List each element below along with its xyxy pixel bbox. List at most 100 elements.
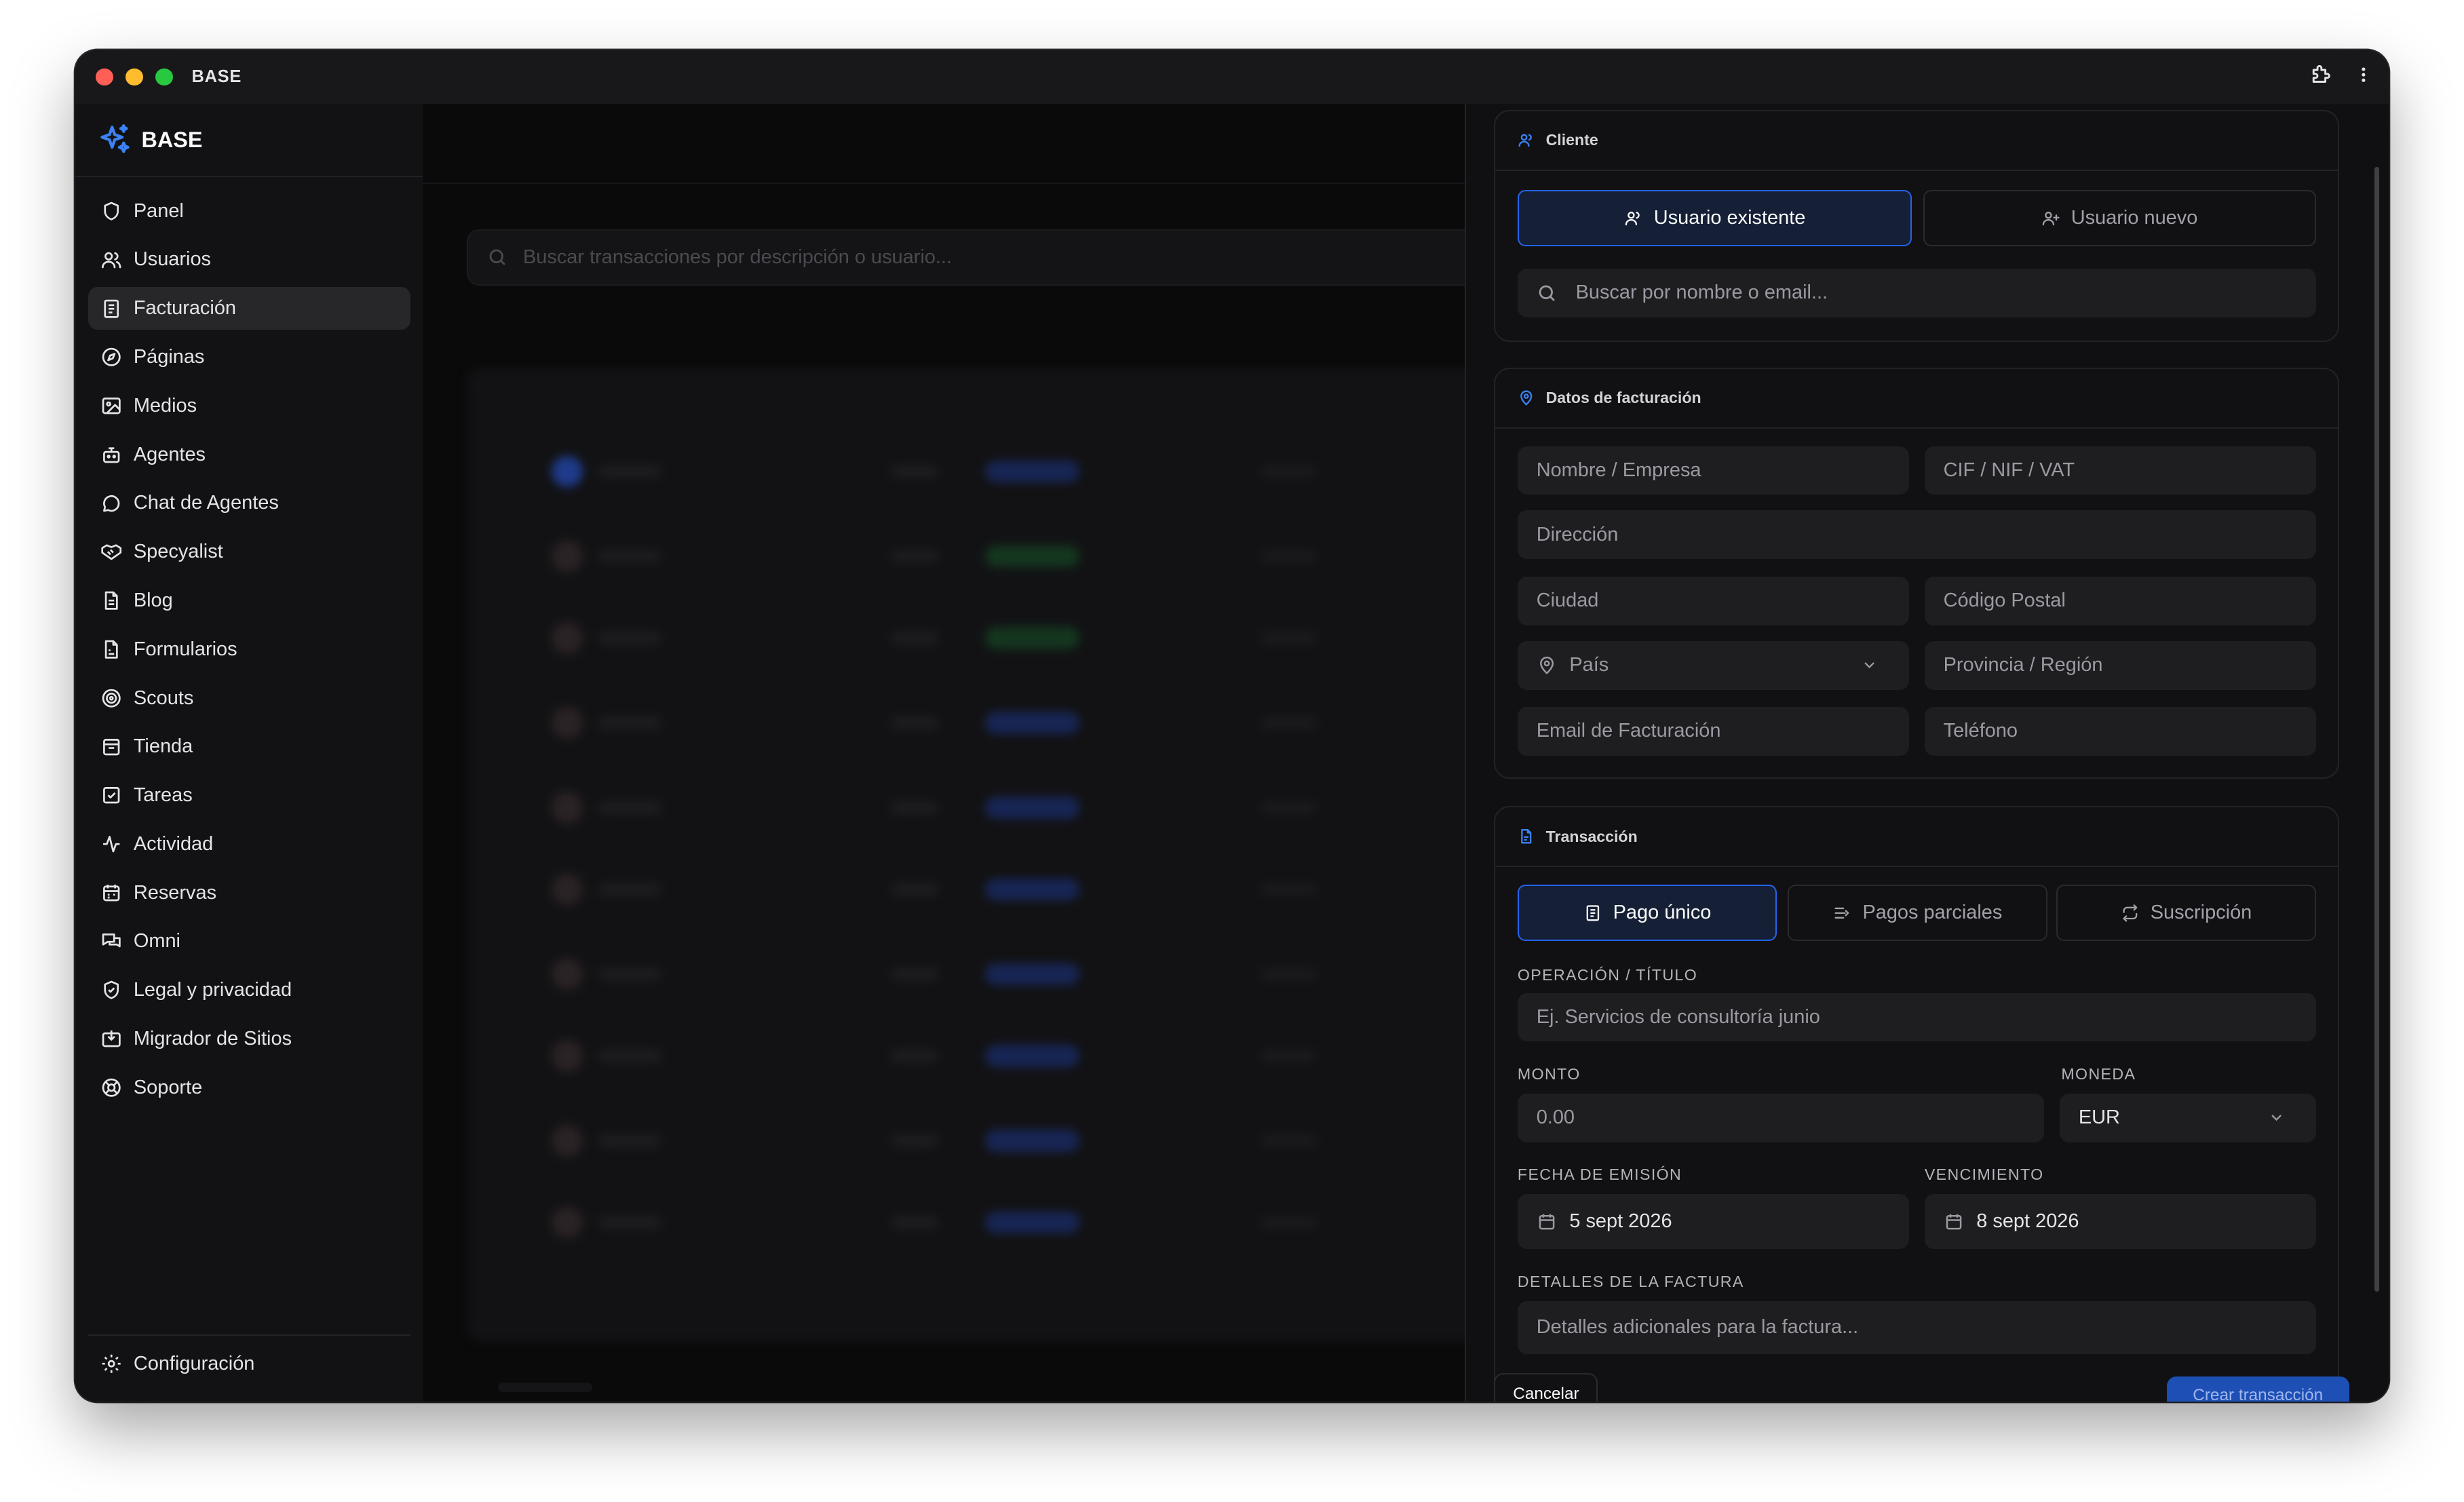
checkbox-icon bbox=[103, 787, 120, 804]
sidebar-item-specyalist[interactable]: Specyalist bbox=[88, 531, 410, 573]
maximize-window-button[interactable] bbox=[155, 68, 173, 86]
new-user-tab-label: Usuario nuevo bbox=[2071, 207, 2198, 229]
client-search-input[interactable]: Buscar por nombre o email... bbox=[1517, 268, 2316, 317]
search-icon bbox=[1539, 285, 1555, 301]
sidebar-item-label: Actividad bbox=[133, 832, 214, 855]
currency-value: EUR bbox=[2078, 1106, 2120, 1129]
table-row bbox=[467, 943, 1566, 1006]
import-icon bbox=[102, 1031, 121, 1047]
minimize-window-button[interactable] bbox=[126, 68, 143, 86]
cancel-button[interactable]: Cancelar bbox=[1494, 1373, 1598, 1402]
client-section: Cliente Usuario existente Usuario nuevo … bbox=[1494, 110, 2340, 343]
sidebar-item-tienda[interactable]: Tienda bbox=[88, 726, 410, 769]
sidebar: BASE Panel Usuarios Facturación Páginas … bbox=[75, 103, 425, 1402]
issue-date-label: FECHA DE EMISIÓN bbox=[1517, 1166, 1682, 1184]
client-section-title: Cliente bbox=[1545, 131, 1598, 149]
sidebar-item-paginas[interactable]: Páginas bbox=[88, 336, 410, 379]
sidebar-item-migrador-de-sitios[interactable]: Migrador de Sitios bbox=[88, 1018, 410, 1060]
operation-title-input[interactable]: Ej. Servicios de consultoría junio bbox=[1517, 993, 2316, 1042]
list-arrow-icon bbox=[1834, 907, 1850, 919]
more-vertical-icon[interactable] bbox=[2354, 64, 2373, 85]
store-icon bbox=[103, 738, 120, 755]
partial-payments-tab-label: Pagos parciales bbox=[1862, 901, 2003, 923]
invoice-details-label: DETALLES DE LA FACTURA bbox=[1517, 1272, 1744, 1290]
sidebar-item-label: Páginas bbox=[133, 346, 205, 368]
chevron-down-icon bbox=[1864, 662, 1874, 669]
radar-icon bbox=[102, 689, 121, 708]
form-file-icon bbox=[104, 640, 118, 659]
partial-payments-tab[interactable]: Pagos parciales bbox=[1788, 884, 2047, 942]
due-date-label: VENCIMIENTO bbox=[1924, 1166, 2044, 1184]
close-window-button[interactable] bbox=[96, 68, 113, 86]
billing-email-placeholder: Email de Facturación bbox=[1536, 720, 1721, 742]
billing-address-placeholder: Dirección bbox=[1536, 523, 1619, 545]
operation-title-label: OPERACIÓN / TÍTULO bbox=[1517, 966, 1698, 984]
billing-postal-placeholder: Código Postal bbox=[1943, 590, 2066, 612]
billing-tax-id-input[interactable]: CIF / NIF / VAT bbox=[1924, 446, 2316, 495]
sidebar-item-chat-de-agentes[interactable]: Chat de Agentes bbox=[88, 482, 410, 525]
subscription-tab[interactable]: Suscripción bbox=[2056, 884, 2316, 942]
billing-section: Datos de facturación Nombre / Empresa CI… bbox=[1494, 368, 2340, 779]
sidebar-item-omni[interactable]: Omni bbox=[88, 921, 410, 963]
sidebar-item-soporte[interactable]: Soporte bbox=[88, 1066, 410, 1109]
subscription-tab-label: Suscripción bbox=[2150, 901, 2252, 923]
sidebar-item-tareas[interactable]: Tareas bbox=[88, 774, 410, 817]
gear-icon bbox=[102, 1355, 121, 1374]
calendar-grid-icon bbox=[103, 884, 120, 902]
billing-postal-input[interactable]: Código Postal bbox=[1924, 576, 2316, 625]
extension-icon[interactable] bbox=[2309, 63, 2332, 87]
shield-check-icon bbox=[104, 981, 119, 1000]
transactions-search-input[interactable]: Buscar transacciones por descripción o u… bbox=[466, 229, 1589, 286]
billing-country-select[interactable]: País bbox=[1517, 640, 1909, 690]
invoice-details-textarea[interactable]: Detalles adicionales para la factura... bbox=[1517, 1301, 2316, 1355]
panel-scrollbar[interactable] bbox=[2374, 166, 2379, 1292]
brand[interactable]: BASE bbox=[75, 104, 423, 178]
sidebar-item-formularios[interactable]: Formularios bbox=[88, 628, 410, 671]
billing-section-header: Datos de facturación bbox=[1495, 369, 2338, 429]
sidebar-item-blog[interactable]: Blog bbox=[88, 579, 410, 622]
invoice-details-placeholder: Detalles adicionales para la factura... bbox=[1536, 1316, 1859, 1339]
sidebar-item-configuracion[interactable]: Configuración bbox=[88, 1334, 410, 1392]
transactions-table bbox=[466, 368, 1567, 1343]
sidebar-item-medios[interactable]: Medios bbox=[88, 385, 410, 427]
sidebar-item-usuarios[interactable]: Usuarios bbox=[88, 239, 410, 282]
sidebar-item-reservas[interactable]: Reservas bbox=[88, 872, 410, 914]
sidebar-item-scouts[interactable]: Scouts bbox=[88, 677, 410, 720]
map-pin-icon bbox=[1520, 390, 1533, 406]
billing-email-input[interactable]: Email de Facturación bbox=[1517, 707, 1909, 756]
sidebar-item-agentes[interactable]: Agentes bbox=[88, 434, 410, 476]
billing-phone-input[interactable]: Teléfono bbox=[1924, 707, 2316, 756]
chat-bubbles-icon bbox=[102, 933, 121, 948]
sidebar-item-actividad[interactable]: Actividad bbox=[88, 823, 410, 866]
calendar-icon bbox=[1946, 1214, 1961, 1229]
currency-label: MONEDA bbox=[2061, 1065, 2136, 1083]
sidebar-item-label: Usuarios bbox=[133, 248, 212, 271]
billing-name-input[interactable]: Nombre / Empresa bbox=[1517, 446, 1909, 495]
create-transaction-button[interactable]: Crear transacción bbox=[2166, 1376, 2349, 1402]
new-user-tab[interactable]: Usuario nuevo bbox=[1923, 189, 2316, 247]
table-row bbox=[467, 1024, 1566, 1087]
billing-region-input[interactable]: Provincia / Región bbox=[1924, 640, 2316, 690]
billing-tax-id-placeholder: CIF / NIF / VAT bbox=[1943, 459, 2075, 481]
existing-user-tab[interactable]: Usuario existente bbox=[1517, 189, 1912, 247]
sidebar-item-label: Tareas bbox=[133, 784, 193, 807]
users-icon bbox=[1518, 134, 1532, 147]
billing-address-input[interactable]: Dirección bbox=[1517, 510, 2316, 560]
sidebar-item-label: Tienda bbox=[133, 735, 193, 758]
repeat-icon bbox=[2123, 904, 2138, 922]
title-bar: BASE bbox=[75, 50, 2389, 105]
sidebar-item-label: Agentes bbox=[133, 443, 206, 465]
issue-date-picker[interactable]: 5 sept 2026 bbox=[1517, 1194, 1909, 1250]
billing-city-input[interactable]: Ciudad bbox=[1517, 576, 1909, 625]
message-circle-icon bbox=[103, 495, 120, 512]
sidebar-item-facturacion[interactable]: Facturación bbox=[88, 287, 410, 330]
sidebar-item-legal-y-privacidad[interactable]: Legal y privacidad bbox=[88, 969, 410, 1012]
amount-input[interactable]: 0.00 bbox=[1517, 1093, 2044, 1142]
single-payment-tab[interactable]: Pago único bbox=[1517, 884, 1777, 942]
table-row bbox=[467, 691, 1566, 754]
sidebar-item-label: Soporte bbox=[133, 1076, 203, 1098]
due-date-picker[interactable]: 8 sept 2026 bbox=[1924, 1194, 2316, 1250]
sidebar-item-panel[interactable]: Panel bbox=[88, 190, 410, 233]
currency-select[interactable]: EUR bbox=[2060, 1093, 2316, 1142]
sidebar-item-label: Reservas bbox=[133, 881, 217, 904]
